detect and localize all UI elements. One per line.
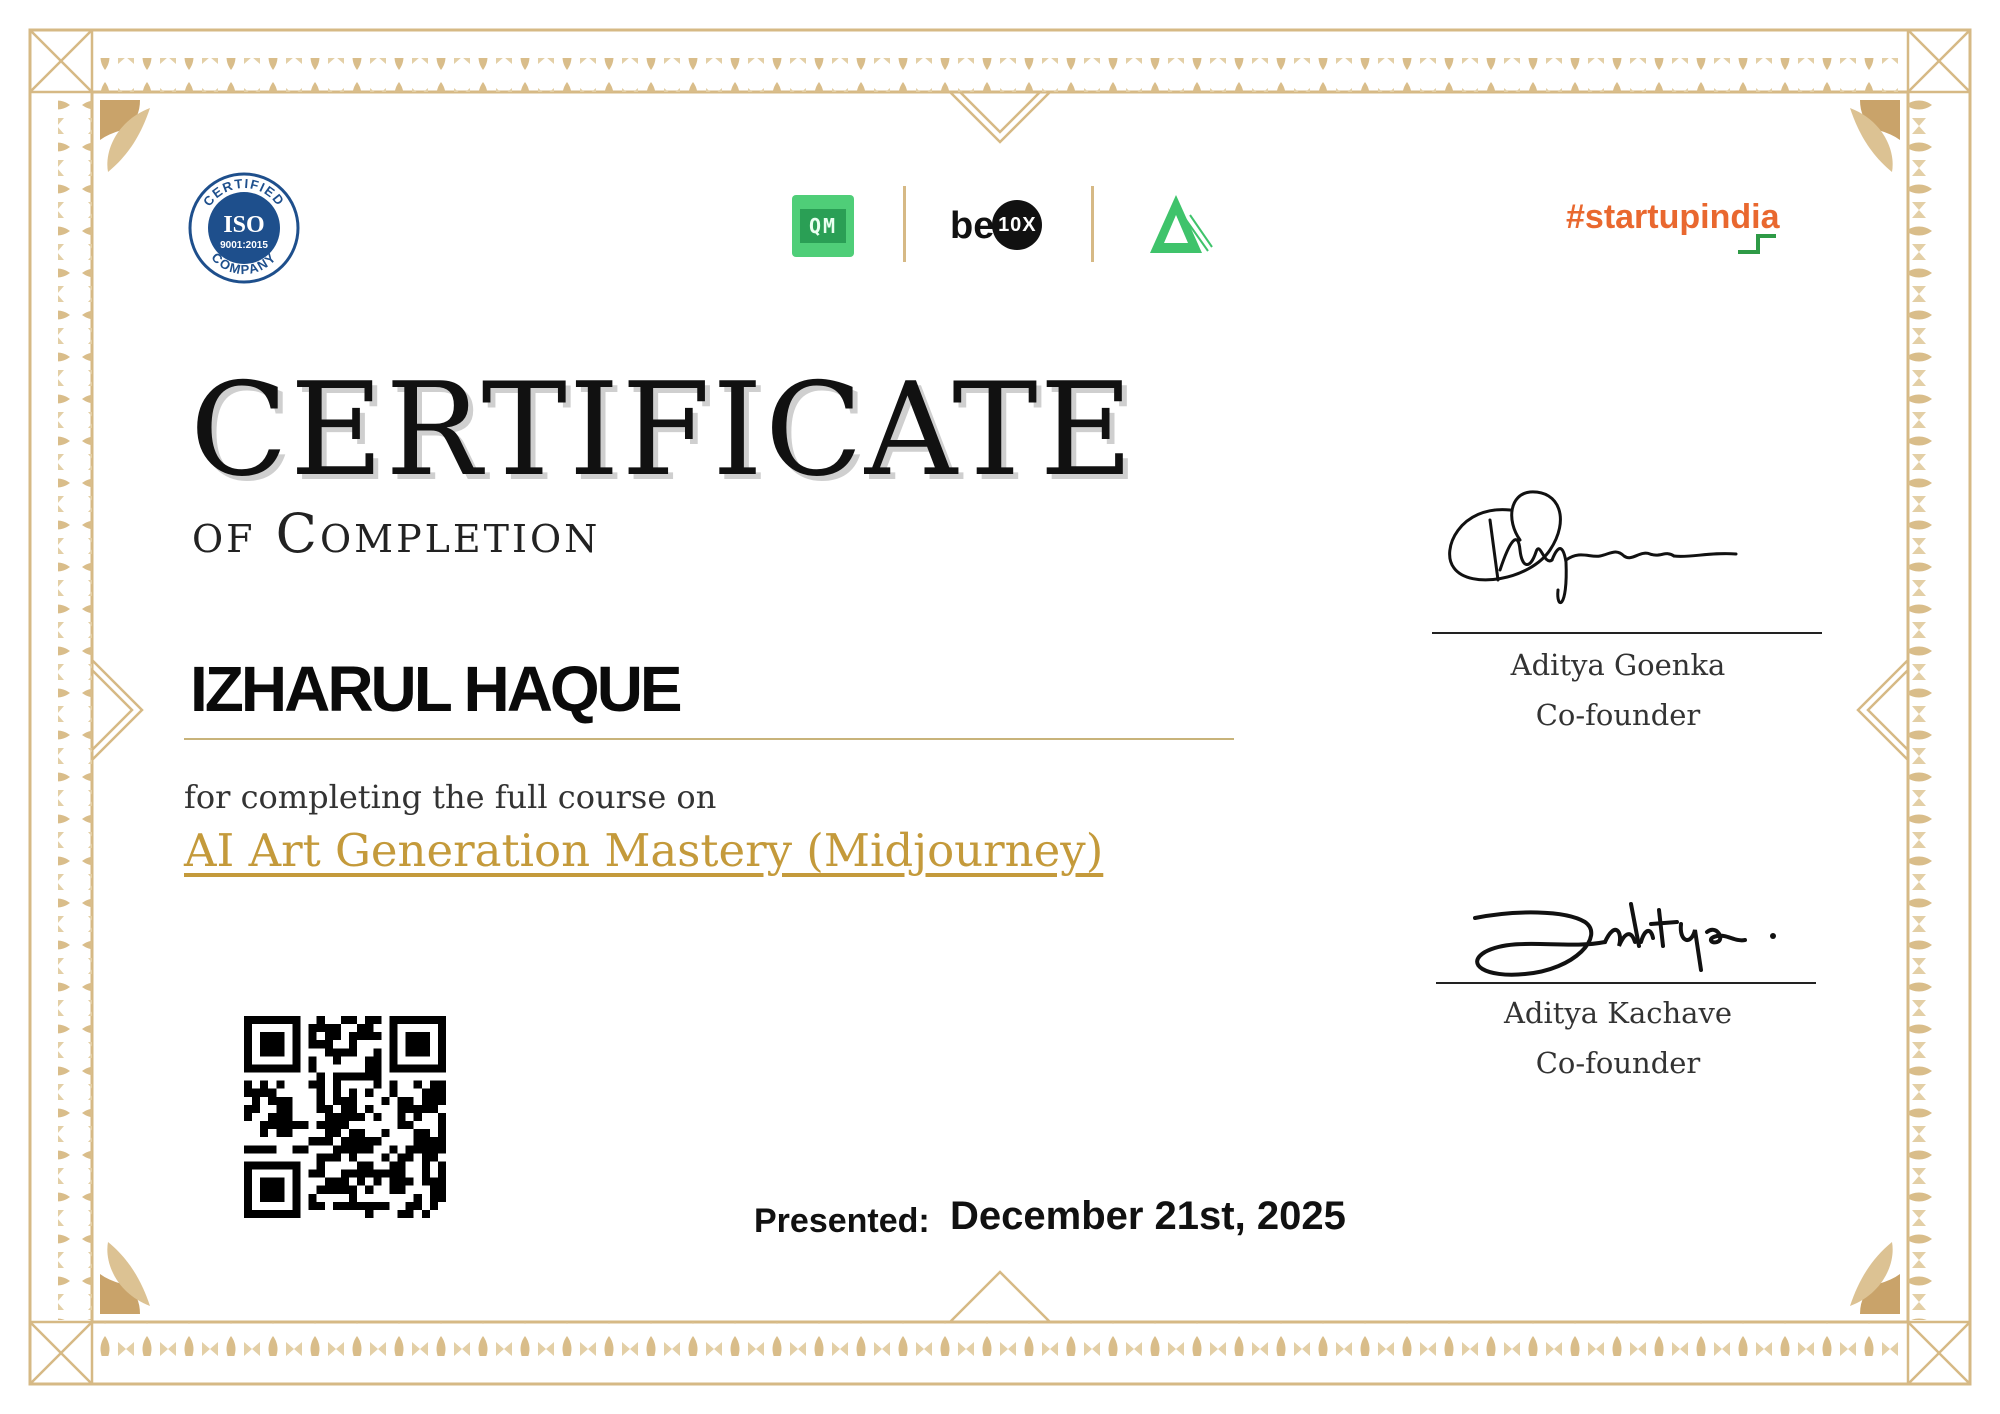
iso-standard-text: 9001:2015 bbox=[220, 240, 268, 251]
be10x-badge: 10X bbox=[992, 200, 1043, 250]
iso-main-text: ISO bbox=[223, 212, 264, 238]
signatory-role: Co-founder bbox=[1535, 1046, 1701, 1080]
signature-line bbox=[1436, 982, 1816, 984]
presented-date: December 21st, 2025 bbox=[950, 1194, 1346, 1238]
signature-line bbox=[1432, 632, 1822, 634]
certificate-title: CERTIFICATE bbox=[190, 356, 1135, 505]
logo-divider bbox=[1091, 186, 1094, 262]
certificate-page: CERTIFIED COMPANY ISO 9001:2015 QM be 10X… bbox=[0, 0, 2000, 1414]
logo-divider bbox=[903, 186, 906, 262]
name-underline bbox=[184, 738, 1234, 740]
signature-aditya-goenka bbox=[1448, 490, 1738, 604]
recipient-name: IZHARUL HAQUE bbox=[190, 653, 683, 725]
certificate-subtitle: of Completion bbox=[192, 502, 601, 565]
signature-aditya-kachave bbox=[1473, 902, 1776, 977]
startupindia-mark-icon bbox=[1738, 234, 1776, 254]
completion-description: for completing the full course on bbox=[184, 778, 717, 816]
qm-logo: QM bbox=[792, 195, 854, 257]
iso-certified-badge: CERTIFIED COMPANY ISO 9001:2015 bbox=[188, 172, 300, 284]
triangle-logo-icon bbox=[1150, 195, 1213, 253]
qr-code[interactable] bbox=[244, 1016, 446, 1218]
presented-label: Presented: bbox=[754, 1202, 930, 1240]
be10x-logo: be 10X bbox=[950, 200, 1043, 252]
signatory-name: Aditya Goenka bbox=[1510, 648, 1726, 682]
signatory-name: Aditya Kachave bbox=[1503, 996, 1733, 1030]
qm-logo-text: QM bbox=[800, 209, 846, 243]
course-name[interactable]: AI Art Generation Mastery (Midjourney) bbox=[184, 824, 1103, 877]
be10x-prefix: be bbox=[950, 205, 995, 247]
signatory-role: Co-founder bbox=[1535, 698, 1701, 732]
